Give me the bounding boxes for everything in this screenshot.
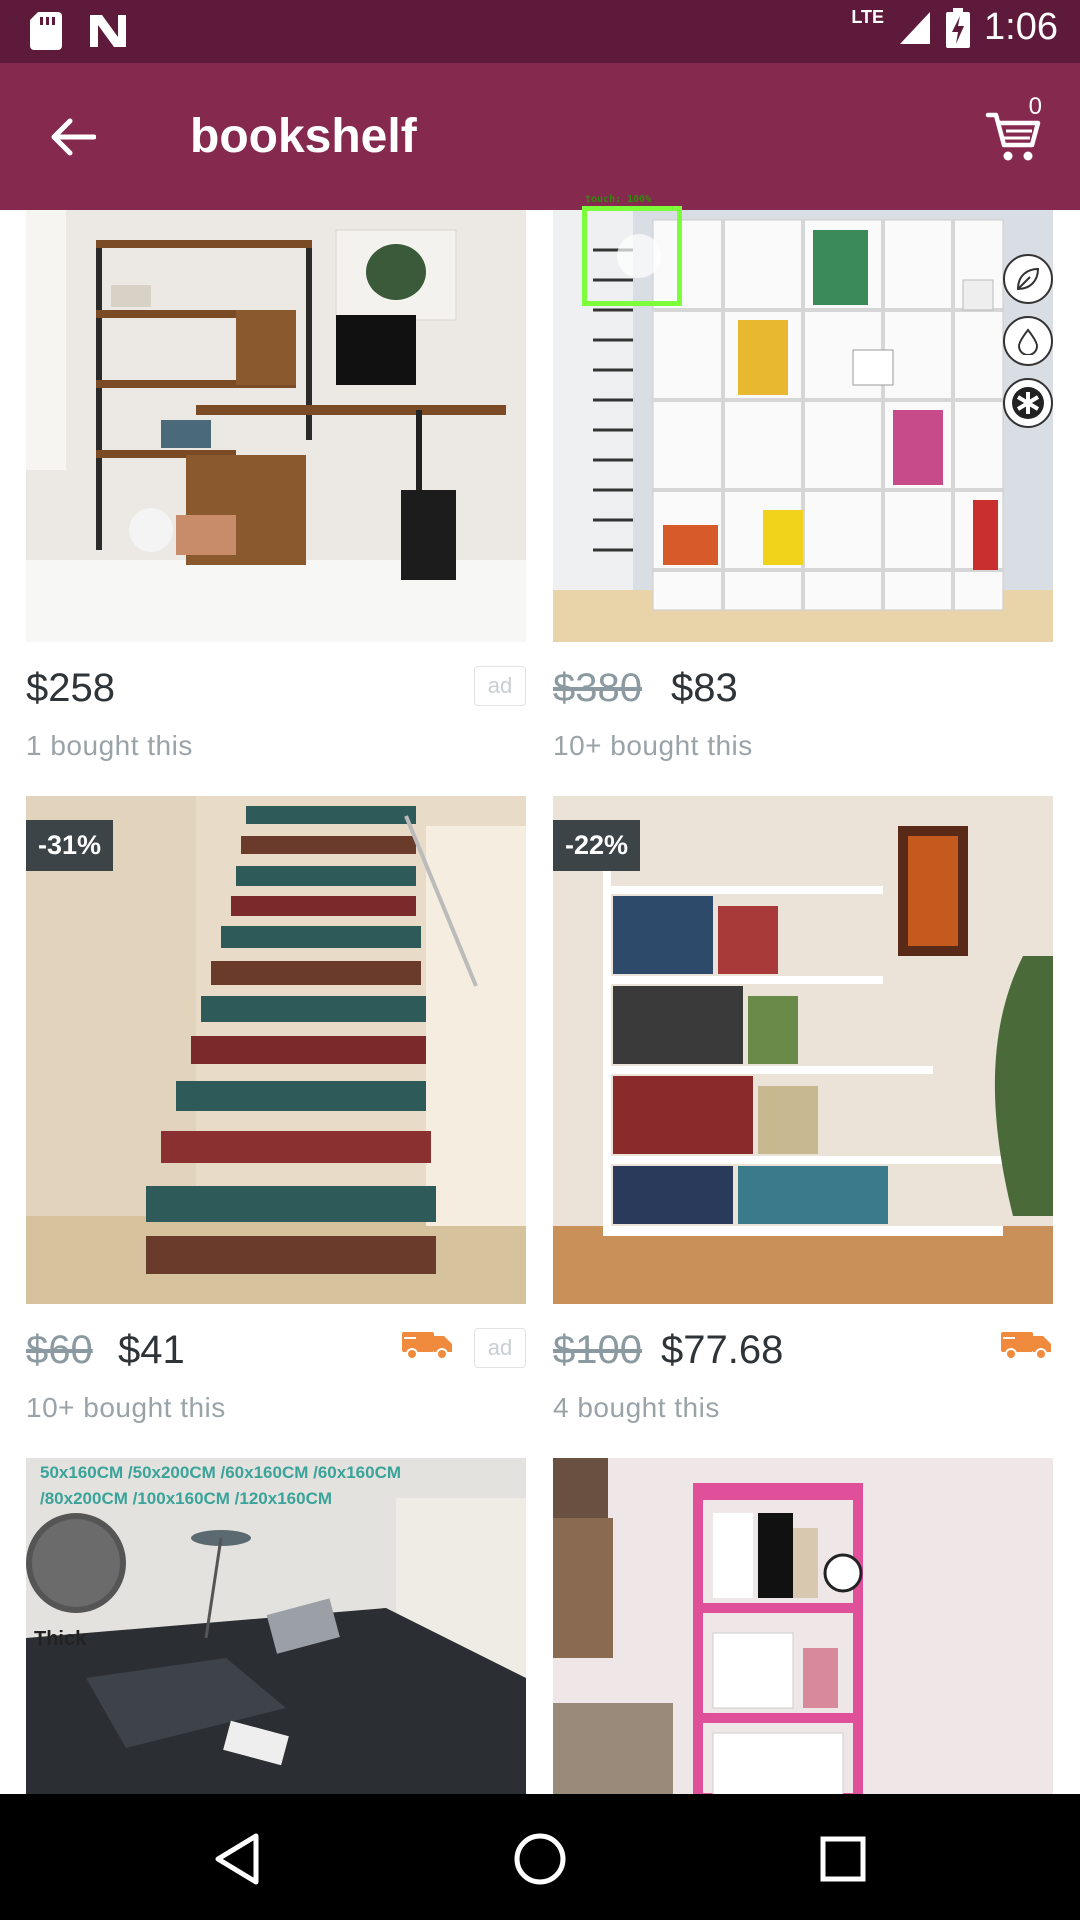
sd-card-icon bbox=[30, 12, 62, 50]
side-toolbar bbox=[1003, 254, 1053, 428]
product-image[interactable]: -31% bbox=[26, 796, 526, 1304]
product-grid[interactable]: $258 ad 1 bought this $380 $83 10+ bough… bbox=[0, 210, 1080, 1794]
ad-badge: ad bbox=[474, 1328, 526, 1368]
product-image[interactable] bbox=[553, 1458, 1053, 1794]
back-button[interactable] bbox=[36, 105, 110, 169]
status-bar: LTE 1:06 bbox=[0, 0, 1080, 63]
app-bar: bookshelf 0 bbox=[0, 63, 1080, 210]
nav-recents-icon bbox=[820, 1836, 866, 1882]
nav-home-icon bbox=[514, 1833, 566, 1885]
image-caption-thick: Thick bbox=[34, 1628, 87, 1650]
nav-back-button[interactable] bbox=[202, 1824, 272, 1894]
price-row: $60 $41 ad bbox=[26, 1328, 526, 1388]
price: $77.68 bbox=[661, 1328, 784, 1372]
price: $258 bbox=[26, 666, 115, 710]
product-image[interactable]: -22% bbox=[553, 796, 1053, 1304]
cart-button[interactable]: 0 bbox=[984, 93, 1054, 173]
arrow-back-icon bbox=[51, 118, 96, 156]
cart-count-badge: 0 bbox=[1028, 93, 1042, 120]
lte-label: LTE bbox=[851, 7, 885, 27]
asterisk-icon[interactable] bbox=[1003, 378, 1053, 428]
nav-back-icon bbox=[215, 1833, 259, 1885]
touch-indicator-label: touch: 100% bbox=[585, 194, 652, 205]
price-row: $380 $83 bbox=[553, 666, 1053, 726]
notification-n-icon bbox=[90, 15, 126, 47]
ad-badge: ad bbox=[474, 666, 526, 706]
price: $41 bbox=[118, 1328, 185, 1372]
bought-count: 10+ bought this bbox=[553, 730, 753, 761]
discount-badge: -22% bbox=[553, 820, 641, 871]
page-title: bookshelf bbox=[190, 110, 417, 163]
signal-icon bbox=[900, 11, 931, 44]
price-row: $258 ad bbox=[26, 666, 526, 726]
touch-indicator-dot bbox=[617, 234, 661, 278]
image-caption: 50x160CM /50x200CM /60x160CM /60x160CM /… bbox=[40, 1463, 402, 1508]
original-price: $100 bbox=[553, 1328, 642, 1372]
product-image[interactable]: 50x160CM /50x200CM /60x160CM /60x160CM /… bbox=[26, 1458, 526, 1794]
nav-recents-button[interactable] bbox=[808, 1824, 878, 1894]
free-shipping-truck-icon bbox=[1001, 1332, 1051, 1360]
leaf-icon[interactable] bbox=[1003, 254, 1053, 304]
bought-count: 4 bought this bbox=[553, 1392, 720, 1423]
system-nav-bar bbox=[0, 1794, 1080, 1920]
clock: 1:06 bbox=[984, 6, 1058, 48]
free-shipping-truck-icon bbox=[402, 1332, 452, 1360]
bought-count: 1 bought this bbox=[26, 730, 193, 761]
nav-home-button[interactable] bbox=[505, 1824, 575, 1894]
price-row: $100 $77.68 bbox=[553, 1328, 1053, 1388]
water-drop-icon[interactable] bbox=[1003, 316, 1053, 366]
battery-charging-icon bbox=[946, 7, 971, 48]
original-price: $380 bbox=[553, 666, 642, 710]
price: $83 bbox=[671, 666, 738, 710]
product-image[interactable] bbox=[26, 210, 526, 642]
discount-badge: -31% bbox=[26, 820, 114, 871]
original-price: $60 bbox=[26, 1328, 93, 1372]
bought-count: 10+ bought this bbox=[26, 1392, 226, 1423]
